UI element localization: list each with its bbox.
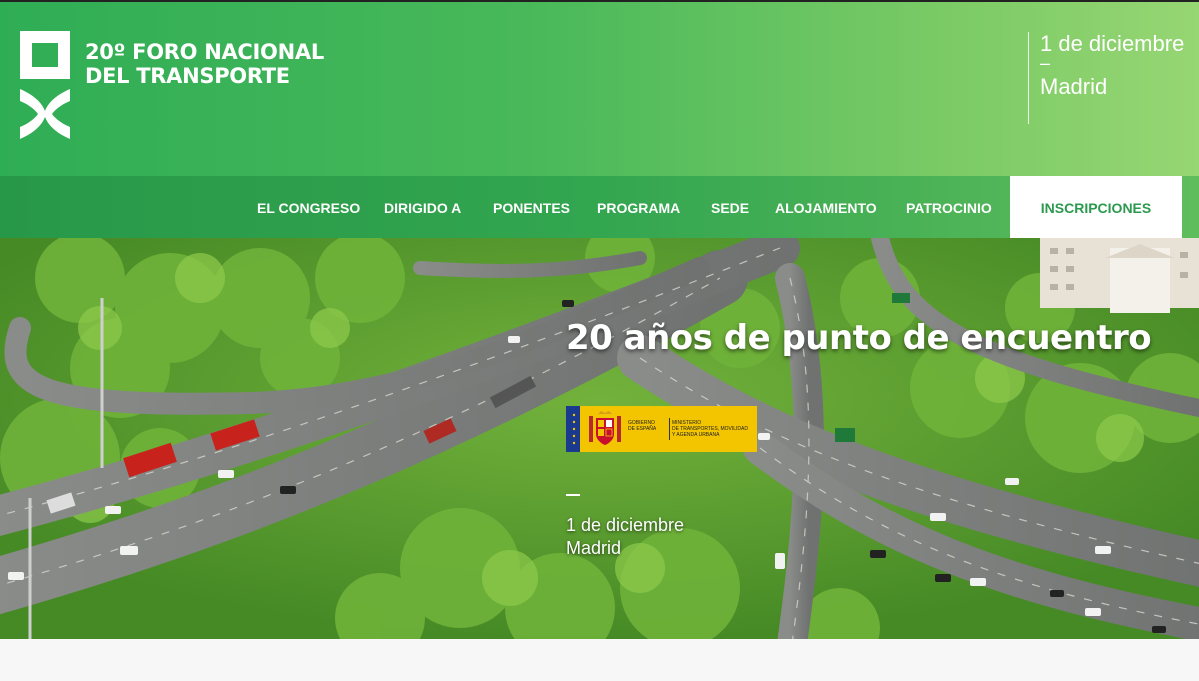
banner-date: 1 de diciembre (566, 515, 685, 535)
gobierno-espana-badge: GOBIERNO DE ESPAÑA MINISTERIO DE TRANSPO… (566, 406, 757, 452)
banner-event-info: 1 de diciembre Madrid (566, 514, 684, 560)
site-title[interactable]: 20º FORO NACIONAL DEL TRANSPORTE (85, 40, 324, 88)
gobierno-label: GOBIERNO DE ESPAÑA (628, 420, 656, 432)
site-title-line2: DEL TRANSPORTE (85, 64, 290, 88)
nav-item-ponentes[interactable]: PONENTES (493, 200, 570, 216)
nav-item-patrocinio[interactable]: PATROCINIO (906, 200, 992, 216)
badge-divider (669, 418, 670, 440)
nav-item-el-congreso[interactable]: EL CONGRESO (257, 200, 360, 216)
banner-divider (566, 494, 580, 496)
main-nav: EL CONGRESO DIRIGIDO A PONENTES PROGRAMA… (0, 176, 1199, 238)
banner-city: Madrid (566, 538, 622, 558)
banner-headline: 20 años de punto de encuentro (566, 318, 1152, 358)
ministerio-label: MINISTERIO DE TRANSPORTES, MOVILIDAD Y A… (672, 420, 748, 438)
site-header: 20º FORO NACIONAL DEL TRANSPORTE 1 de di… (0, 2, 1199, 176)
ministerio-line3: Y AGENDA URBANA (672, 432, 720, 438)
spain-coat-of-arms-icon (589, 411, 621, 445)
event-city: Madrid (1040, 74, 1108, 99)
nav-item-dirigido-a[interactable]: DIRIGIDO A (384, 200, 461, 216)
eu-stars-icon (572, 413, 576, 445)
site-title-line1: 20º FORO NACIONAL (85, 40, 324, 64)
event-separator: – (1040, 53, 1051, 73)
page-content-start (0, 639, 1199, 681)
nav-item-alojamiento[interactable]: ALOJAMIENTO (775, 200, 877, 216)
nav-item-programa[interactable]: PROGRAMA (597, 200, 680, 216)
event-date: 1 de diciembre (1040, 31, 1185, 56)
hero-banner: 20 años de punto de encuentro GOBIERNO D… (0, 238, 1199, 639)
event-meta: 1 de diciembre – Madrid (1028, 32, 1184, 124)
inscripciones-button[interactable]: INSCRIPCIONES (1010, 176, 1182, 238)
nav-item-sede[interactable]: SEDE (711, 200, 749, 216)
foro-logo-icon[interactable] (20, 31, 70, 139)
gobierno-line2: DE ESPAÑA (628, 426, 657, 432)
